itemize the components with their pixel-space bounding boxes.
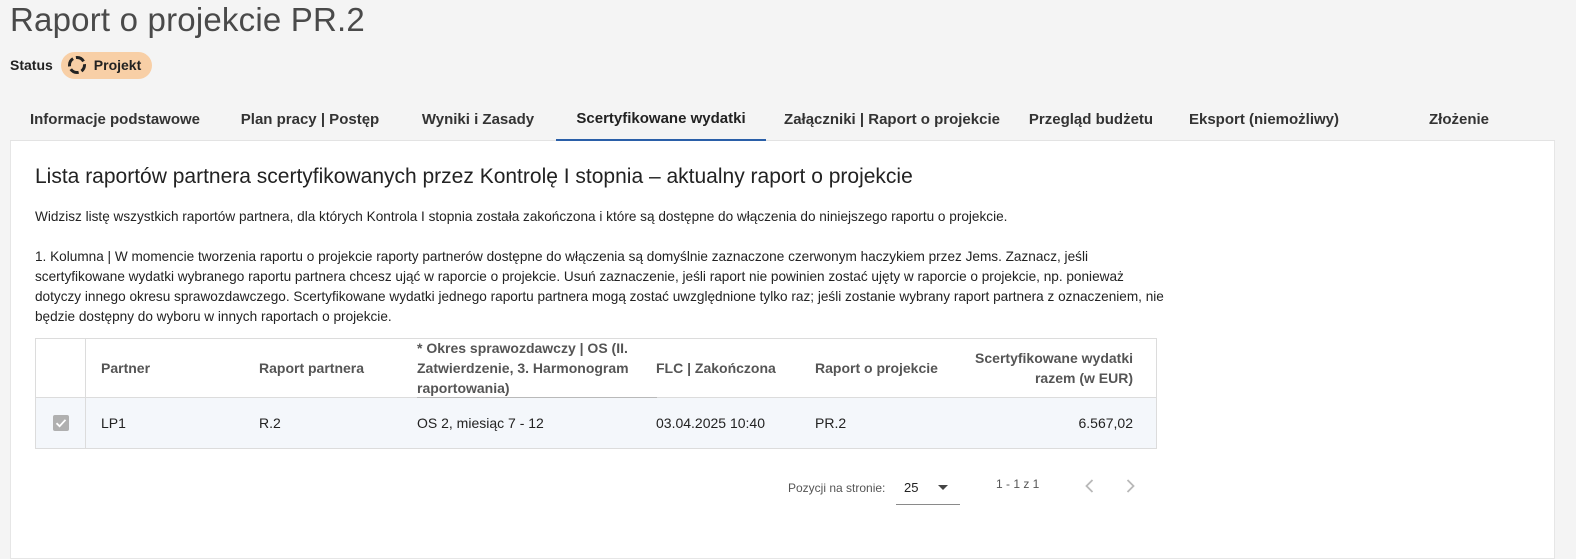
- row-select-cell: [36, 398, 86, 448]
- header-partner[interactable]: Partner: [101, 339, 251, 397]
- header-project-report[interactable]: Raport o projekcie: [815, 339, 965, 397]
- chevron-right-icon: [1126, 479, 1135, 493]
- tab-label: Wyniki i Zasady: [421, 110, 535, 128]
- tab-bar: Informacje podstawowe Plan pracy | Postę…: [10, 98, 1555, 141]
- header-partner-report[interactable]: Raport partnera: [259, 339, 409, 397]
- status-badge: Projekt: [60, 51, 153, 79]
- header-flc-finished[interactable]: FLC | Zakończona: [656, 339, 806, 397]
- tab-label: Plan pracy | Postęp: [240, 110, 380, 128]
- header-reporting-period[interactable]: * Okres sprawozdawczy | OS (II. Zatwierd…: [417, 339, 657, 397]
- section-title: Lista raportów partnera scertyfikowanych…: [35, 165, 913, 188]
- tab-work-plan[interactable]: Plan pracy | Postęp: [220, 98, 400, 140]
- status-row: Status Projekt: [10, 51, 153, 79]
- table-header: Partner Raport partnera * Okres sprawozd…: [36, 339, 1156, 398]
- tab-budget-overview[interactable]: Przegląd budżetu: [1018, 98, 1164, 140]
- tab-certified-expenses[interactable]: Scertyfikowane wydatki: [556, 98, 766, 141]
- tab-label: Złożenie: [1428, 110, 1489, 128]
- cell-flc-finished: 03.04.2025 10:40: [656, 415, 765, 431]
- tab-submission[interactable]: Złożenie: [1364, 98, 1554, 140]
- tab-basic-info[interactable]: Informacje podstawowe: [10, 98, 220, 140]
- tab-label: Eksport (niemożliwy): [1188, 110, 1340, 128]
- next-page-button[interactable]: [1119, 475, 1141, 497]
- tab-results[interactable]: Wyniki i Zasady: [400, 98, 556, 140]
- cell-partner-report: R.2: [259, 415, 281, 431]
- status-label: Status: [10, 57, 53, 73]
- page-title: Raport o projekcie PR.2: [10, 1, 365, 38]
- spinner-icon: [67, 56, 86, 74]
- status-value: Projekt: [93, 57, 142, 73]
- page-size-value: 25: [904, 480, 919, 495]
- page-range: 1 - 1 z 1: [996, 477, 1040, 491]
- partner-reports-table: Partner Raport partnera * Okres sprawozd…: [35, 338, 1157, 449]
- content-card: Lista raportów partnera scertyfikowanych…: [10, 141, 1555, 559]
- tab-label: Scertyfikowane wydatki: [576, 110, 746, 127]
- cell-project-report: PR.2: [815, 415, 847, 431]
- header-certified-total[interactable]: Scertyfikowane wydatki razem (w EUR): [966, 339, 1133, 397]
- chevron-left-icon: [1085, 479, 1094, 493]
- page-size-label: Pozycji na stronie:: [788, 481, 886, 495]
- page-size-select[interactable]: 25: [896, 471, 960, 505]
- tab-label: Załączniki | Raport o projekcie: [784, 110, 1000, 128]
- tab-label: Informacje podstawowe: [29, 110, 201, 128]
- table-row[interactable]: LP1 R.2 OS 2, miesiąc 7 - 12 03.04.2025 …: [36, 398, 1156, 448]
- paginator: Pozycji na stronie: 25 1 - 1 z 1: [11, 471, 1157, 505]
- description-instructions: 1. Kolumna | W momencie tworzenia raport…: [35, 249, 1164, 324]
- description-intro: Widzisz listę wszystkich raportów partne…: [35, 209, 1008, 224]
- cell-partner: LP1: [101, 415, 126, 431]
- check-icon: [55, 419, 66, 428]
- tab-export[interactable]: Eksport (niemożliwy): [1164, 98, 1364, 140]
- cell-certified-total: 6.567,02: [1078, 415, 1134, 431]
- row-checkbox[interactable]: [52, 415, 69, 431]
- cell-reporting-period: OS 2, miesiąc 7 - 12: [417, 415, 544, 431]
- previous-page-button[interactable]: [1079, 475, 1101, 497]
- tab-attachments[interactable]: Załączniki | Raport o projekcie: [766, 98, 1018, 140]
- tab-label: Przegląd budżetu: [1028, 110, 1154, 128]
- select-column-header: [36, 339, 86, 397]
- chevron-down-icon: [938, 485, 948, 490]
